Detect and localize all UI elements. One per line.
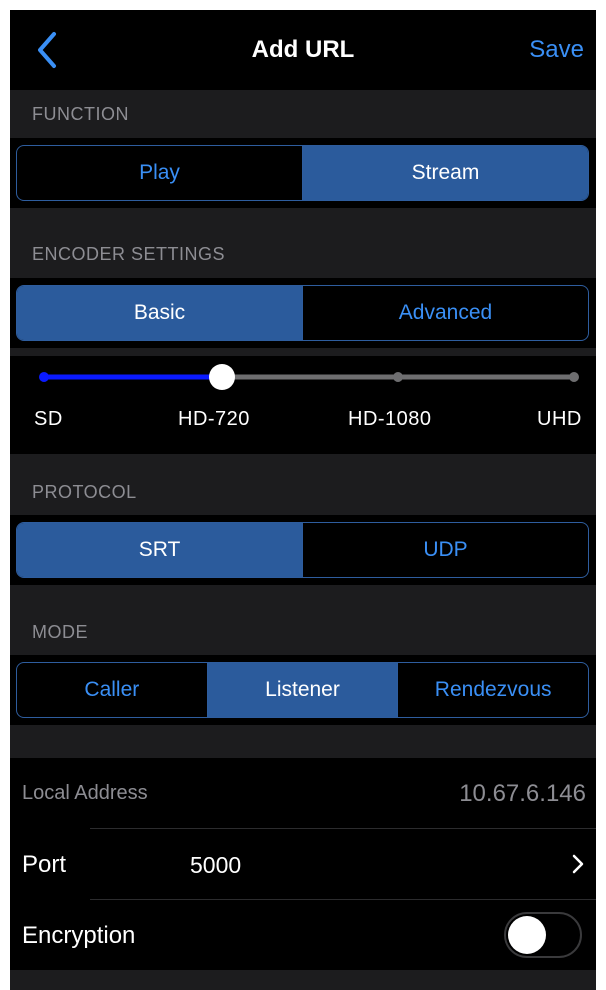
level-uhd-label: UHD [537,408,582,430]
protocol-udp-segment[interactable]: UDP [303,523,588,577]
slider-stop-sd [39,372,49,382]
slider-stop-hd1080 [393,372,403,382]
level-hd1080-label: HD-1080 [348,408,432,430]
protocol-srt-segment[interactable]: SRT [17,523,303,577]
mode-band: Caller Listener Rendezvous [10,655,596,725]
function-stream-segment[interactable]: Stream [303,146,588,200]
port-label: Port [22,851,67,878]
toggle-knob [508,916,546,954]
chevron-right-icon [572,854,584,874]
local-address-row: Local Address 10.67.6.146 [10,758,596,828]
tab-basic[interactable]: Basic [17,286,303,340]
level-sd-label: SD [34,408,63,430]
tab-advanced[interactable]: Advanced [303,286,588,340]
local-address-value: 10.67.6.146 [459,780,586,807]
quality-slider-band: SD HD-720 HD-1080 UHD [10,356,596,454]
function-band: Play Stream [10,138,596,208]
mode-rendezvous-segment[interactable]: Rendezvous [398,663,588,717]
page-title: Add URL [251,36,355,63]
quality-slider[interactable] [10,356,596,406]
protocol-band: SRT UDP [10,515,596,585]
screen: Add URL Save FUNCTION Play Stream ENCODE… [10,10,596,990]
mode-caller-segment[interactable]: Caller [17,663,208,717]
port-row[interactable]: Port 5000 [10,829,596,899]
encryption-row: Encryption [10,900,596,970]
protocol-segmented-control: SRT UDP [16,522,589,578]
function-segmented-control: Play Stream [16,145,589,201]
slider-stop-uhd [569,372,579,382]
encoder-tabs: Basic Advanced [16,285,589,341]
local-address-label: Local Address [22,782,148,804]
mode-listener-segment[interactable]: Listener [207,663,399,717]
function-play-segment[interactable]: Play [17,146,303,200]
mode-segmented-control: Caller Listener Rendezvous [16,662,589,718]
navigation-bar: Add URL Save [10,10,596,90]
encryption-label: Encryption [22,922,136,949]
save-button[interactable]: Save [529,36,584,64]
encoder-band: Basic Advanced [10,278,596,348]
level-hd720-label: HD-720 [178,408,250,430]
settings-list: Local Address 10.67.6.146 Port 5000 Encr… [10,758,596,970]
slider-thumb[interactable] [209,364,235,390]
port-value: 5000 [190,852,242,878]
encryption-toggle[interactable] [504,912,582,958]
